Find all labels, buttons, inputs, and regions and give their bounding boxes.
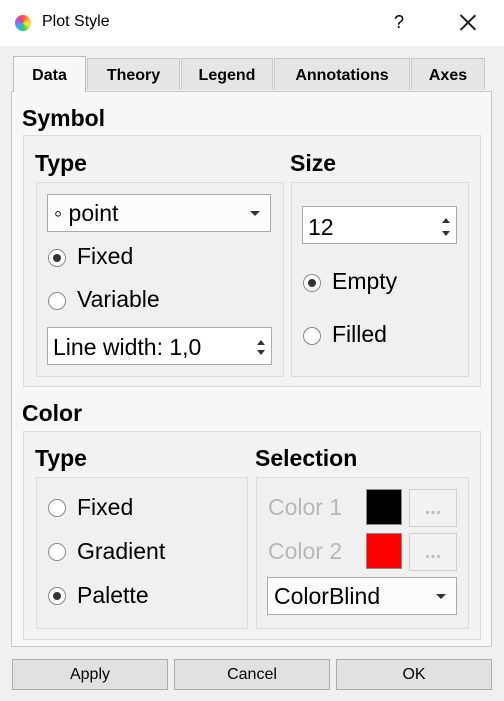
tab-axes[interactable]: Axes (411, 58, 485, 90)
spin-down-icon[interactable] (442, 231, 450, 236)
size-empty-radio[interactable] (303, 274, 321, 292)
symbol-shape-combo[interactable]: ◦ point (47, 194, 271, 232)
tab-annotations[interactable]: Annotations (274, 58, 410, 90)
size-value: 12 (308, 214, 334, 240)
spin-down-icon[interactable] (257, 350, 265, 355)
size-filled-label: Filled (332, 321, 387, 347)
color2-label: Color 2 (268, 538, 343, 564)
color-fixed-label: Fixed (77, 494, 134, 520)
symbol-fixed-radio[interactable] (48, 249, 66, 267)
palette-combo[interactable]: ColorBlind (267, 577, 457, 615)
ok-button[interactable]: OK (336, 659, 492, 690)
tab-legend[interactable]: Legend (181, 58, 273, 90)
color1-pick-button[interactable]: ... (409, 489, 457, 527)
color1-swatch (366, 489, 402, 525)
symbol-size-title: Size (290, 150, 337, 176)
color2-pick-button[interactable]: ... (409, 533, 457, 571)
cancel-button[interactable]: Cancel (174, 659, 330, 690)
size-spinbox[interactable]: 12 (302, 206, 457, 244)
color1-label: Color 1 (268, 494, 343, 520)
symbol-shape-value: ◦ point (54, 200, 119, 226)
symbol-type-title: Type (35, 150, 87, 176)
color-section-title: Color (22, 400, 83, 426)
color-gradient-radio[interactable] (48, 543, 66, 561)
title-bar: Plot Style ? (0, 0, 504, 46)
apply-button[interactable]: Apply (12, 659, 168, 690)
spin-up-icon[interactable] (257, 340, 265, 345)
chevron-down-icon (250, 211, 260, 216)
close-icon[interactable] (455, 10, 481, 36)
size-filled-radio[interactable] (303, 327, 321, 345)
tab-data[interactable]: Data (13, 56, 86, 92)
color-palette-label: Palette (77, 582, 149, 608)
spin-up-icon[interactable] (442, 218, 450, 223)
line-width-spinbox[interactable]: Line width: 1,0 (47, 327, 272, 365)
size-empty-label: Empty (332, 268, 398, 294)
color-fixed-radio[interactable] (48, 499, 66, 517)
color-palette-radio[interactable] (48, 587, 66, 605)
symbol-variable-radio[interactable] (48, 292, 66, 310)
symbol-variable-label: Variable (77, 286, 160, 312)
color2-swatch (366, 533, 402, 569)
symbol-fixed-label: Fixed (77, 243, 134, 269)
line-width-value: Line width: 1,0 (53, 334, 202, 360)
color-wheel-icon (15, 15, 31, 31)
chevron-down-icon (436, 594, 446, 599)
help-button[interactable]: ? (388, 10, 410, 34)
color-selection-title: Selection (255, 445, 358, 471)
color-gradient-label: Gradient (77, 538, 166, 564)
color-type-title: Type (35, 445, 87, 471)
palette-value: ColorBlind (274, 583, 381, 609)
window-title: Plot Style (42, 13, 110, 30)
tab-theory[interactable]: Theory (87, 58, 180, 90)
symbol-section-title: Symbol (22, 105, 106, 131)
